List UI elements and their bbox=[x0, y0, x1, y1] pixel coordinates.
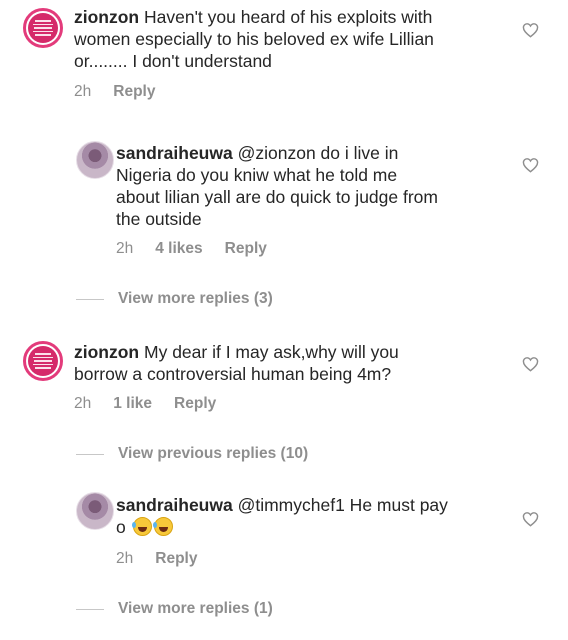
likes-count[interactable]: 4 likes bbox=[155, 240, 202, 257]
divider bbox=[76, 453, 104, 455]
comment-meta: 2h 4 likes Reply bbox=[116, 240, 289, 258]
comment-timestamp: 2h bbox=[116, 550, 134, 567]
heart-outline-icon[interactable] bbox=[522, 511, 539, 527]
comment-body-line: the outside bbox=[116, 209, 202, 229]
comment-body-line: @zionzon do i live in bbox=[237, 143, 399, 163]
comment-username[interactable]: sandraiheuwa bbox=[116, 495, 233, 515]
comment-username[interactable]: zionzon bbox=[74, 342, 139, 362]
avatar[interactable] bbox=[23, 341, 63, 381]
comment-body-line: about lilian yall are do quick to judge … bbox=[116, 187, 438, 207]
view-previous-replies-label: View previous replies (10) bbox=[118, 445, 309, 462]
view-more-replies-button[interactable]: View more replies (3) bbox=[76, 290, 273, 308]
avatar-brand-graphic bbox=[28, 346, 58, 376]
heart-outline-icon[interactable] bbox=[522, 157, 539, 173]
reply-button[interactable]: Reply bbox=[155, 550, 197, 567]
comment-meta: 2h Reply bbox=[116, 550, 219, 568]
comment-timestamp: 2h bbox=[74, 83, 92, 100]
comment-body-line: borrow a controversial human being 4m? bbox=[74, 364, 392, 384]
comment-text: sandraiheuwa @timmychef1 He must pay o bbox=[116, 494, 516, 538]
face-with-tears-of-joy-icon bbox=[131, 517, 152, 536]
comment-body-line: Haven't you heard of his exploits with bbox=[144, 7, 433, 27]
comment-username[interactable]: sandraiheuwa bbox=[116, 143, 233, 163]
comment-text: zionzon Haven't you heard of his exploit… bbox=[74, 6, 514, 72]
view-more-replies-button[interactable]: View more replies (1) bbox=[76, 600, 273, 618]
avatar[interactable] bbox=[76, 492, 114, 530]
comment-body-line: o bbox=[116, 517, 126, 537]
comment-body-line: or........ I don't understand bbox=[74, 51, 272, 71]
comment-text: zionzon My dear if I may ask,why will yo… bbox=[74, 341, 514, 385]
avatar-brand-graphic bbox=[28, 13, 58, 43]
reply-button[interactable]: Reply bbox=[225, 240, 267, 257]
comment-timestamp: 2h bbox=[74, 395, 92, 412]
comment-text: sandraiheuwa @zionzon do i live in Niger… bbox=[116, 142, 516, 230]
avatar[interactable] bbox=[76, 141, 114, 179]
heart-outline-icon[interactable] bbox=[522, 22, 539, 38]
comment-timestamp: 2h bbox=[116, 240, 134, 257]
comment-username[interactable]: zionzon bbox=[74, 7, 139, 27]
comment-body-line: women especially to his beloved ex wife … bbox=[74, 29, 434, 49]
comment-body-line: @timmychef1 He must pay bbox=[237, 495, 448, 515]
view-more-replies-label: View more replies (1) bbox=[118, 600, 273, 617]
heart-outline-icon[interactable] bbox=[522, 356, 539, 372]
reply-button[interactable]: Reply bbox=[113, 83, 155, 100]
comment-body-line: My dear if I may ask,why will you bbox=[144, 342, 399, 362]
comment-body-line: Nigeria do you kniw what he told me bbox=[116, 165, 398, 185]
face-with-tears-of-joy-icon bbox=[152, 517, 173, 536]
comment-meta: 2h Reply bbox=[74, 83, 177, 101]
divider bbox=[76, 608, 104, 610]
avatar[interactable] bbox=[23, 8, 63, 48]
view-previous-replies-button[interactable]: View previous replies (10) bbox=[76, 445, 308, 463]
reply-button[interactable]: Reply bbox=[174, 395, 216, 412]
view-more-replies-label: View more replies (3) bbox=[118, 290, 273, 307]
comment-meta: 2h 1 like Reply bbox=[74, 395, 238, 413]
divider bbox=[76, 298, 104, 300]
likes-count[interactable]: 1 like bbox=[113, 395, 152, 412]
